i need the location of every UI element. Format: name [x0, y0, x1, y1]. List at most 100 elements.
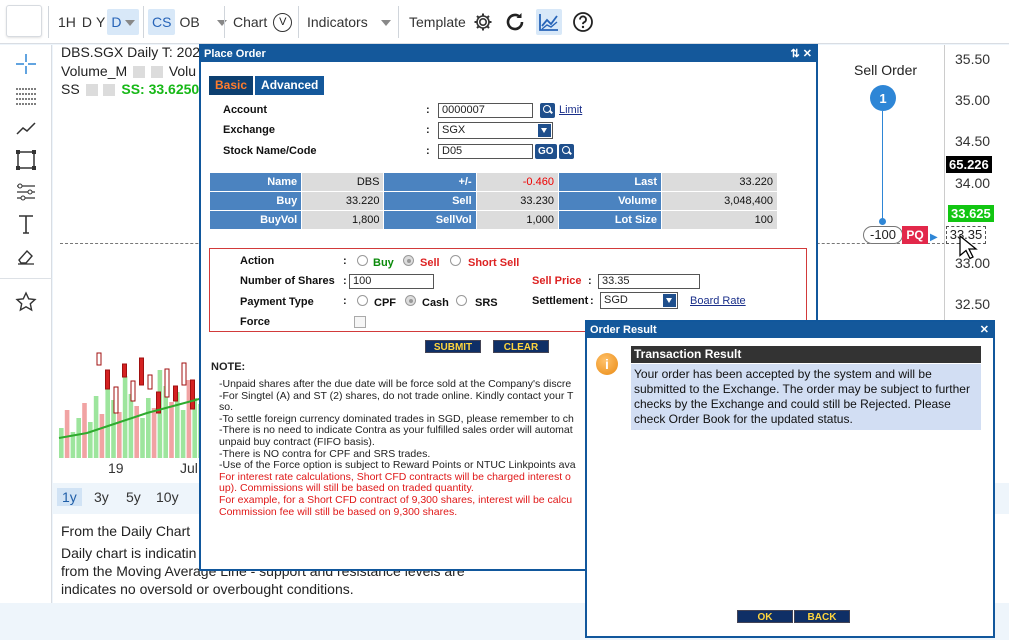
- payment-cpf-radio[interactable]: [357, 295, 368, 306]
- indicators-button[interactable]: Indicators: [303, 9, 372, 35]
- text-tool-icon[interactable]: [13, 211, 39, 237]
- close-icon[interactable]: [103, 84, 116, 97]
- pq-tag[interactable]: PQ: [902, 226, 928, 244]
- search-icon[interactable]: [540, 103, 555, 118]
- chart-type-badge[interactable]: V: [273, 12, 293, 32]
- toolbar-divider: [398, 6, 399, 38]
- exchange-select[interactable]: SGX: [438, 122, 553, 139]
- range-1y[interactable]: 1y: [57, 488, 82, 506]
- channel-icon[interactable]: [13, 179, 39, 205]
- volume-bar: [175, 392, 180, 458]
- gear-icon[interactable]: [470, 9, 496, 35]
- colon: :: [343, 275, 347, 287]
- limit-link[interactable]: Limit: [559, 104, 582, 116]
- period-d[interactable]: D: [80, 9, 94, 35]
- order-notes: -Unpaid shares after the due date will b…: [219, 379, 591, 524]
- candle: [139, 357, 144, 386]
- app-logo-button[interactable]: [6, 5, 42, 37]
- back-button[interactable]: BACK: [794, 610, 850, 623]
- volume-bar: [169, 402, 174, 458]
- sell-price-label: Sell Price: [532, 275, 582, 287]
- order-quantity-tag[interactable]: -100: [863, 226, 903, 244]
- board-rate-link[interactable]: Board Rate: [690, 295, 746, 307]
- help-icon[interactable]: [570, 9, 596, 35]
- ob-dropdown[interactable]: [210, 9, 231, 35]
- search-icon[interactable]: [559, 144, 574, 159]
- payment-srs-radio[interactable]: [456, 295, 467, 306]
- candle: [190, 379, 195, 410]
- ob-button[interactable]: OB: [175, 9, 203, 35]
- volume-bar: [59, 428, 64, 458]
- payment-type-label: Payment Type: [240, 296, 314, 308]
- quote-table: Name DBS +/- -0.460 Last 33.220 Buy 33.220 Sell 3…: [208, 172, 779, 230]
- payment-cash-radio[interactable]: [405, 295, 416, 306]
- quote-value-cell: 33.220: [660, 172, 779, 192]
- volume-bar: [82, 403, 87, 458]
- price-axis-label: 35.50: [955, 51, 991, 67]
- clear-button[interactable]: CLEAR: [493, 340, 549, 353]
- settings-icon[interactable]: [85, 84, 98, 97]
- trend-line-icon[interactable]: [13, 115, 39, 141]
- info-icon: i: [596, 353, 618, 375]
- ss-indicator-row: SS SS: 33.6250: [61, 81, 199, 97]
- sell-order-title: Sell Order: [854, 62, 918, 78]
- action-buy-radio[interactable]: [357, 255, 368, 266]
- tab-advanced[interactable]: Advanced: [255, 76, 325, 95]
- chart-type-button[interactable]: Chart: [229, 9, 271, 35]
- compare-chart-icon[interactable]: [535, 9, 562, 35]
- close-icon[interactable]: ✕: [980, 322, 989, 338]
- volume-bar: [140, 418, 145, 458]
- sell-order-pin[interactable]: 1: [870, 85, 896, 111]
- top-toolbar: 1H D Y D CS OB Chart V Indicators Templa…: [0, 0, 1009, 44]
- restore-icon[interactable]: ⇅: [791, 48, 800, 60]
- quote-value-cell: 1,000: [475, 210, 559, 230]
- account-field[interactable]: 0000007: [438, 103, 533, 118]
- range-3y[interactable]: 3y: [89, 488, 114, 506]
- range-5y[interactable]: 5y: [121, 488, 146, 506]
- cs-button[interactable]: CS: [148, 9, 176, 35]
- force-checkbox[interactable]: [354, 316, 366, 328]
- colon: :: [588, 275, 592, 287]
- ok-button[interactable]: OK: [737, 610, 793, 623]
- price-axis-label: 35.00: [955, 92, 991, 108]
- settings-icon[interactable]: [133, 66, 146, 79]
- volume-bar: [99, 414, 105, 458]
- payment-srs-label: SRS: [475, 297, 498, 309]
- period-y[interactable]: Y: [94, 9, 107, 35]
- period-dropdown[interactable]: D: [107, 9, 139, 35]
- action-short-sell-radio[interactable]: [450, 255, 461, 266]
- submit-button[interactable]: SUBMIT: [425, 340, 481, 353]
- settlement-select[interactable]: SGD: [600, 292, 678, 309]
- range-10y[interactable]: 10y: [151, 488, 184, 506]
- rail-divider: [0, 278, 52, 279]
- chevron-down-icon: [380, 20, 391, 27]
- toolbar-divider: [224, 6, 225, 38]
- period-1h[interactable]: 1H: [54, 9, 80, 35]
- quote-header-cell: Name: [208, 172, 303, 192]
- quote-header-cell: SellVol: [383, 210, 477, 230]
- volume-bar: [117, 412, 122, 458]
- eraser-icon[interactable]: [13, 243, 39, 269]
- place-order-titlebar[interactable]: Place Order ⇅ ✕: [201, 46, 816, 62]
- quote-header-cell: Sell: [383, 191, 477, 211]
- shares-field[interactable]: 100: [349, 274, 434, 289]
- note-line: -For Singtel (A) and ST (2) shares, do n…: [219, 389, 574, 402]
- crosshair-icon[interactable]: [13, 51, 39, 77]
- close-icon[interactable]: [150, 66, 163, 79]
- order-result-titlebar[interactable]: Order Result ✕: [587, 322, 993, 338]
- fibonacci-lines-icon[interactable]: [13, 83, 39, 109]
- action-short-sell-label: Short Sell: [468, 257, 520, 269]
- template-button[interactable]: Template: [405, 9, 470, 35]
- indicators-dropdown[interactable]: [374, 9, 395, 35]
- stock-code-field[interactable]: D05: [438, 144, 533, 159]
- go-button[interactable]: GO: [535, 144, 557, 159]
- sell-price-field[interactable]: 33.35: [598, 274, 700, 289]
- refresh-icon[interactable]: [502, 9, 528, 35]
- close-icon[interactable]: ✕: [803, 48, 812, 60]
- tab-basic[interactable]: Basic: [209, 76, 254, 95]
- volume-bar: [122, 376, 128, 458]
- sell-order-anchor[interactable]: [879, 218, 886, 225]
- star-favorite-icon[interactable]: [13, 289, 39, 315]
- rectangle-icon[interactable]: [13, 147, 39, 173]
- action-sell-radio[interactable]: [403, 255, 414, 266]
